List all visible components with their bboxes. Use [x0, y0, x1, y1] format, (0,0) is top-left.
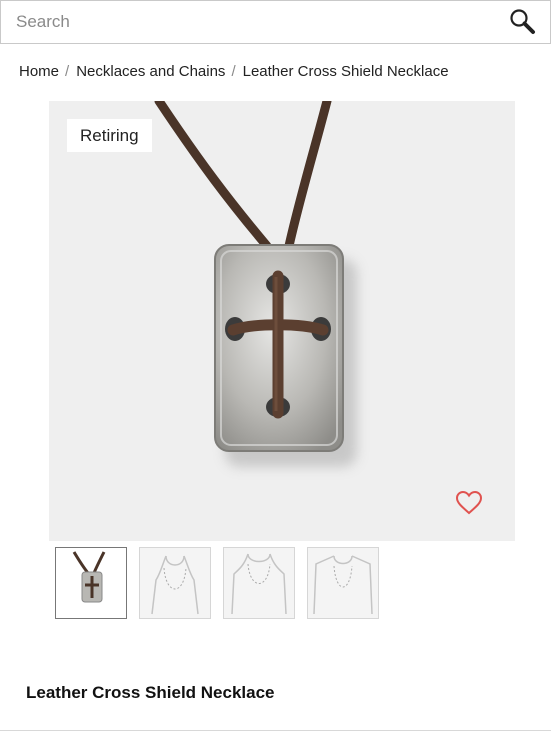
thumbnail-1[interactable] — [55, 547, 127, 619]
thumbnail-2[interactable] — [139, 547, 211, 619]
breadcrumb-home[interactable]: Home — [19, 63, 59, 80]
search-button[interactable] — [506, 7, 538, 37]
search-input[interactable] — [16, 9, 486, 35]
breadcrumb: Home / Necklaces and Chains / Leather Cross … — [19, 63, 449, 83]
divider — [0, 730, 551, 731]
necklace-thumbnail-image — [72, 551, 106, 603]
favorite-button[interactable] — [453, 489, 485, 519]
product-image[interactable]: Retiring — [49, 101, 515, 541]
size-guide-thumbnail-image — [313, 555, 373, 615]
size-guide-thumbnail-image — [231, 553, 287, 615]
breadcrumb-separator: / — [231, 63, 236, 80]
breadcrumb-separator: / — [65, 63, 70, 80]
breadcrumb-necklaces-and-chains[interactable]: Necklaces and Chains — [76, 63, 225, 80]
search-bar — [0, 0, 551, 44]
necklace-illustration — [154, 101, 357, 467]
retiring-badge: Retiring — [67, 119, 152, 152]
breadcrumb-current: Leather Cross Shield Necklace — [242, 63, 449, 80]
search-icon — [508, 9, 536, 38]
size-guide-thumbnail-image — [151, 555, 199, 615]
product-title: Leather Cross Shield Necklace — [26, 683, 275, 702]
heart-outline-icon — [455, 490, 483, 519]
thumbnail-3[interactable] — [223, 547, 295, 619]
thumbnail-4[interactable] — [307, 547, 379, 619]
